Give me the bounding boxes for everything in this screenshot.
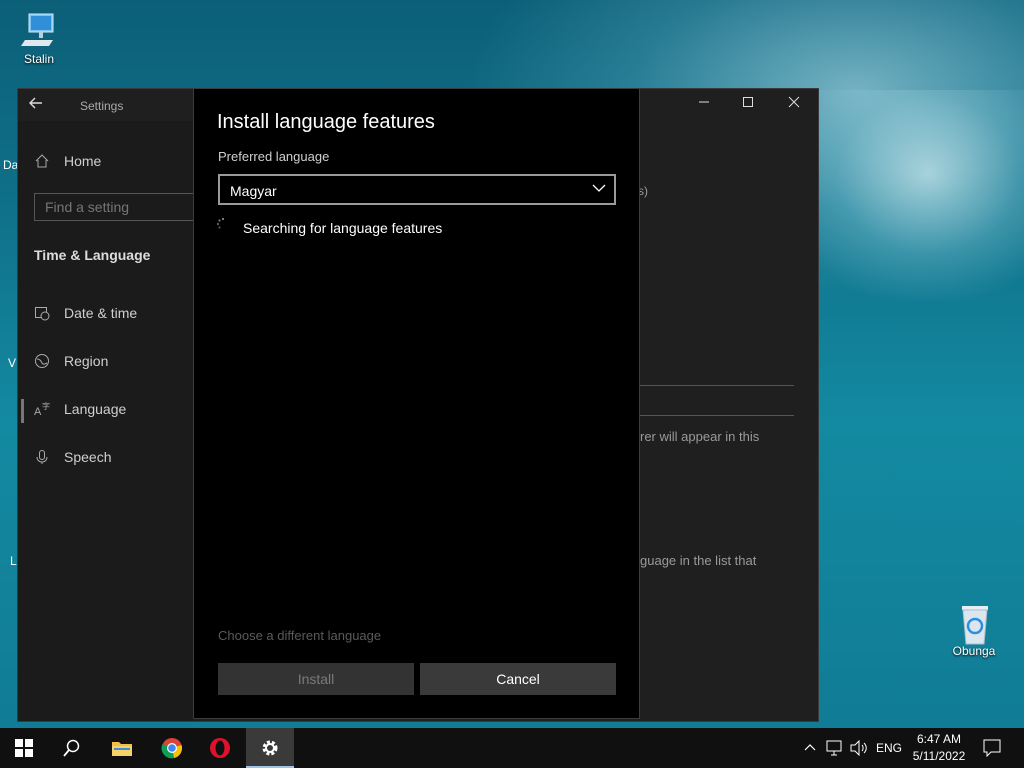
sidebar-item-region[interactable]: Region: [34, 345, 108, 377]
language-code: ENG: [876, 741, 903, 755]
volume-button[interactable]: [850, 728, 868, 768]
settings-gear-icon: [262, 740, 278, 756]
maximize-button[interactable]: [733, 95, 763, 117]
network-icon: [826, 740, 842, 756]
clock[interactable]: 6:47 AM 5/11/2022: [904, 731, 974, 765]
notification-icon: [983, 739, 1001, 757]
selected-language: Magyar: [230, 183, 277, 199]
minimize-button[interactable]: [689, 95, 719, 117]
desktop-icon-stalin[interactable]: Stalin: [3, 10, 75, 66]
language-icon: A字: [34, 401, 50, 418]
back-arrow-icon: [29, 97, 42, 109]
microphone-icon: [34, 449, 50, 465]
sidebar-item-label: Home: [64, 153, 102, 169]
taskbar: ENG 6:47 AM 5/11/2022: [0, 728, 1024, 768]
show-hidden-icons-button[interactable]: [804, 728, 816, 768]
calendar-clock-icon: [34, 305, 50, 321]
close-icon: [788, 96, 800, 108]
install-language-dialog: Install language features Preferred lang…: [193, 88, 640, 719]
sidebar-item-label: Region: [64, 353, 109, 369]
sidebar-item-language[interactable]: A字 Language: [34, 393, 126, 425]
section-title: Time & Language: [34, 247, 151, 263]
desktop-icon-obunga[interactable]: Obunga: [938, 602, 1010, 658]
search-input[interactable]: [35, 194, 195, 220]
file-explorer-icon: [112, 742, 132, 756]
clipped-desktop-label: V: [8, 356, 17, 370]
status-text: Searching for language features: [243, 220, 443, 236]
preferred-language-label: Preferred language: [218, 149, 330, 164]
install-button[interactable]: Install: [218, 663, 414, 695]
language-dropdown[interactable]: Magyar: [218, 174, 616, 205]
network-button[interactable]: [826, 728, 844, 768]
window-title: Settings: [80, 99, 124, 113]
sidebar-item-home[interactable]: Home: [34, 145, 101, 177]
sidebar-item-label: Speech: [64, 449, 112, 465]
svg-text:字: 字: [42, 401, 50, 411]
wallpaper-splash: [784, 90, 1024, 300]
maximize-icon: [743, 97, 753, 107]
sidebar-item-date-time[interactable]: Date & time: [34, 297, 137, 329]
background-text: rer will appear in this: [640, 429, 760, 444]
globe-icon: [34, 353, 50, 369]
chevron-down-icon: [592, 184, 606, 192]
desktop-icon-label: Stalin: [23, 52, 55, 66]
search-button[interactable]: [48, 728, 96, 768]
svg-text:A: A: [34, 406, 42, 417]
start-icon: [15, 739, 33, 757]
search-icon: [63, 739, 80, 757]
chrome-button[interactable]: [148, 728, 196, 768]
chevron-up-icon: [804, 744, 816, 751]
active-indicator: [21, 399, 24, 423]
language-indicator[interactable]: ENG: [876, 728, 902, 768]
background-divider: [640, 415, 794, 416]
clock-date: 5/11/2022: [912, 749, 966, 763]
action-center-button[interactable]: [983, 728, 1001, 768]
home-icon: [34, 153, 50, 169]
start-button[interactable]: [0, 728, 48, 768]
sidebar: Home Time & Language Date & time Region …: [18, 121, 195, 721]
sidebar-item-label: Language: [64, 401, 127, 417]
clipped-desktop-label: L: [10, 554, 17, 568]
desktop-icon-label: Obunga: [952, 644, 996, 658]
minimize-icon: [699, 101, 709, 103]
close-button[interactable]: [779, 95, 809, 117]
sidebar-item-speech[interactable]: Speech: [34, 441, 111, 473]
sidebar-item-label: Date & time: [64, 305, 138, 321]
choose-different-language-link[interactable]: Choose a different language: [218, 628, 381, 643]
back-button[interactable]: [28, 95, 56, 117]
clock-time: 6:47 AM: [916, 732, 962, 746]
background-divider: [640, 385, 794, 386]
volume-icon: [850, 740, 867, 756]
computer-icon: [19, 10, 59, 50]
chrome-icon: [161, 738, 183, 759]
cancel-button[interactable]: Cancel: [420, 663, 616, 695]
dialog-title: Install language features: [217, 111, 435, 133]
search-field[interactable]: [34, 193, 195, 221]
opera-icon: [210, 738, 230, 758]
recycle-bin-icon: [954, 602, 994, 645]
file-explorer-button[interactable]: [98, 728, 146, 768]
loading-spinner-icon: [216, 217, 225, 229]
settings-taskbar-button[interactable]: [246, 728, 294, 768]
opera-button[interactable]: [196, 728, 244, 768]
background-text: guage in the list that: [640, 553, 757, 568]
